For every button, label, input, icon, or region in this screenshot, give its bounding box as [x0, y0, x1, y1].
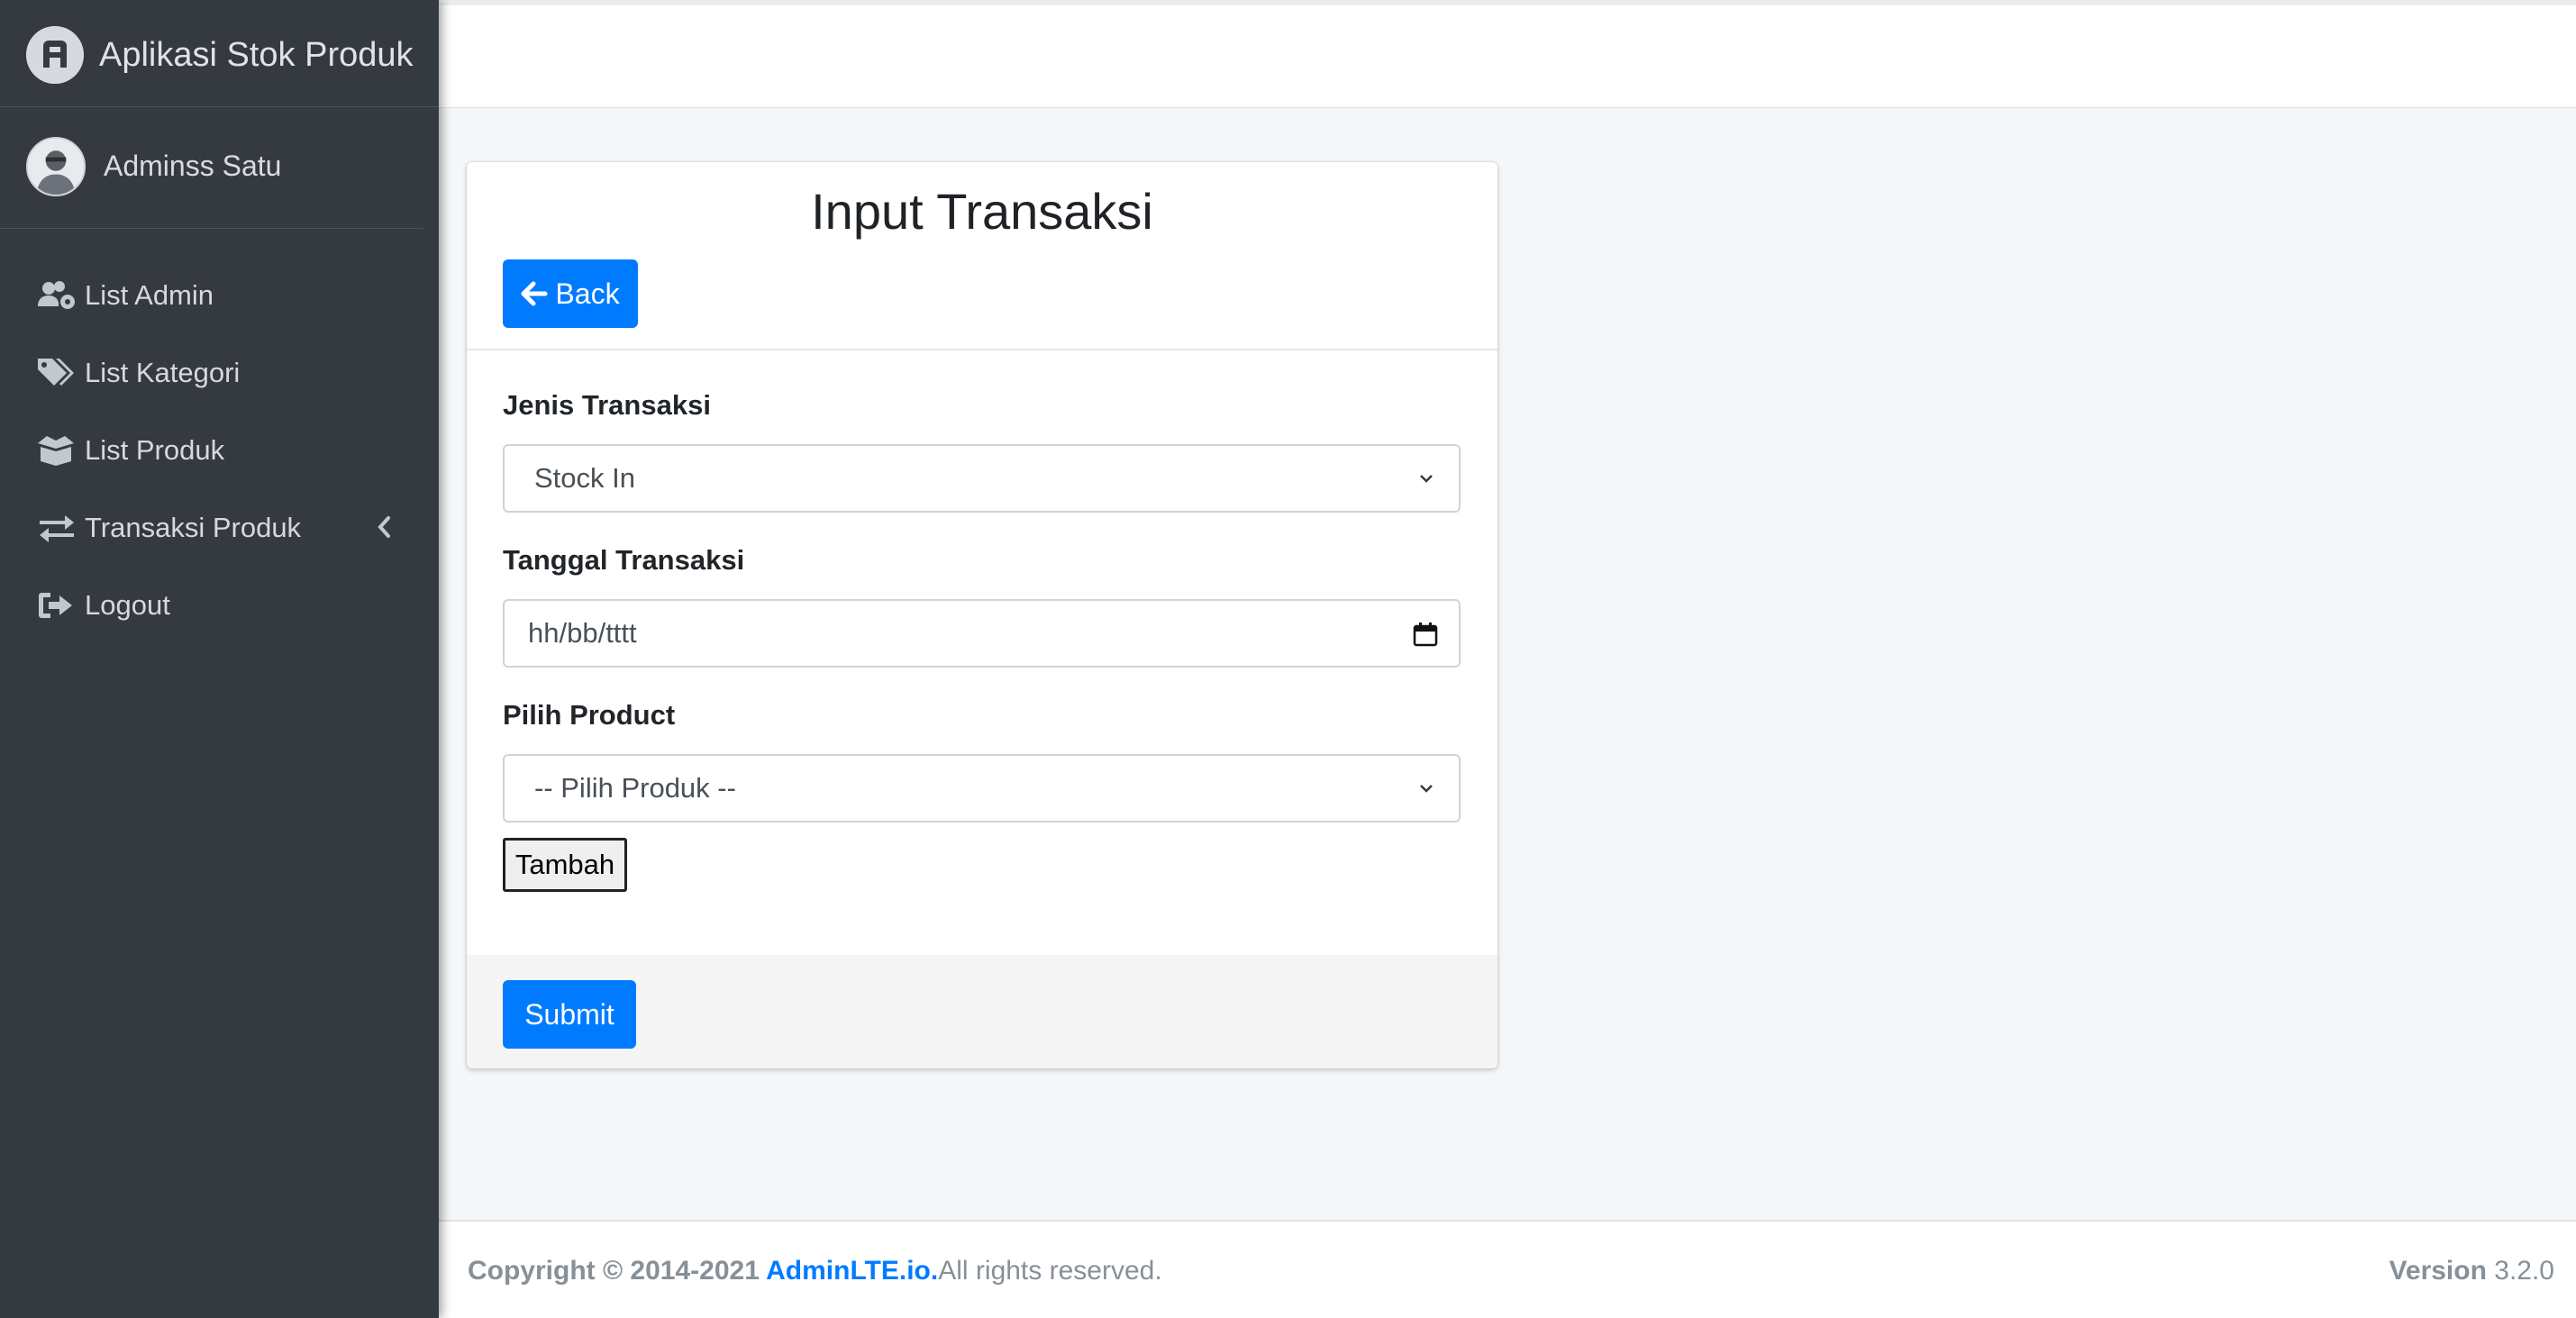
pilih-product-label: Pilih Product — [503, 699, 676, 731]
avatar — [26, 137, 86, 196]
back-button[interactable]: Back — [503, 259, 638, 328]
sidebar-item-label: Logout — [85, 589, 170, 621]
card-header: Input Transaksi Back — [467, 162, 1497, 350]
sidebar-item-label: Transaksi Produk — [85, 512, 302, 543]
user-name: Adminss Satu — [104, 150, 282, 182]
version-label: Version — [2389, 1256, 2487, 1286]
copyright-text: Copyright © 2014-2021 AdminLTE.io.All ri… — [468, 1256, 1162, 1286]
sidebar-item-list-admin[interactable]: List Admin — [0, 257, 439, 334]
brand-logo-icon — [26, 26, 84, 84]
copyright-suffix: All rights reserved. — [938, 1256, 1162, 1286]
adminlte-link[interactable]: AdminLTE.io — [766, 1256, 931, 1286]
exchange-icon — [40, 515, 74, 542]
chevron-down-icon — [1420, 785, 1433, 793]
version-text: Version 3.2.0 — [2389, 1256, 2554, 1286]
chevron-down-icon — [1420, 475, 1433, 483]
sign-out-icon — [39, 593, 72, 618]
top-navbar — [439, 0, 2576, 108]
version-value: 3.2.0 — [2494, 1256, 2554, 1286]
user-panel[interactable]: Adminss Satu — [0, 107, 423, 229]
sidebar: Aplikasi Stok Produk Adminss Satu List A… — [0, 0, 439, 1318]
link-period: . — [930, 1256, 939, 1286]
sidebar-item-label: List Kategori — [85, 357, 241, 388]
pilih-produk-select[interactable]: -- Pilih Produk -- — [503, 754, 1461, 823]
brand-title: Aplikasi Stok Produk — [99, 36, 414, 74]
users-cog-icon — [38, 281, 75, 309]
arrow-left-icon — [521, 281, 548, 306]
card-footer: Submit — [467, 955, 1497, 1068]
box-open-icon — [38, 436, 74, 466]
tanggal-transaksi-label: Tanggal Transaksi — [503, 544, 745, 576]
sidebar-item-label: List Produk — [85, 434, 225, 466]
copyright-prefix: Copyright © 2014-2021 — [468, 1256, 767, 1286]
transaction-form-card: Input Transaksi Back Jenis Transaksi Sto… — [467, 162, 1497, 1068]
tags-icon — [38, 359, 74, 386]
sidebar-item-label: List Admin — [85, 279, 214, 311]
jenis-transaksi-value: Stock In — [534, 462, 635, 494]
sidebar-nav: List Admin List Kategori List Produk Tra… — [0, 257, 439, 644]
tanggal-transaksi-input[interactable]: hh/bb/tttt — [503, 599, 1461, 668]
sidebar-item-list-kategori[interactable]: List Kategori — [0, 334, 439, 412]
submit-button[interactable]: Submit — [503, 980, 636, 1049]
jenis-transaksi-label: Jenis Transaksi — [503, 389, 711, 421]
calendar-icon[interactable] — [1412, 621, 1439, 648]
sidebar-item-transaksi-produk[interactable]: Transaksi Produk — [0, 489, 439, 567]
chevron-left-icon — [378, 516, 390, 538]
jenis-transaksi-select[interactable]: Stock In — [503, 444, 1461, 513]
tanggal-transaksi-placeholder: hh/bb/tttt — [528, 617, 637, 649]
page-title: Input Transaksi — [811, 183, 1153, 240]
sidebar-item-logout[interactable]: Logout — [0, 567, 439, 644]
brand-link[interactable]: Aplikasi Stok Produk — [0, 7, 439, 107]
back-button-label: Back — [555, 277, 620, 310]
pilih-produk-value: -- Pilih Produk -- — [534, 772, 736, 804]
sidebar-item-list-produk[interactable]: List Produk — [0, 412, 439, 489]
main-footer: Copyright © 2014-2021 AdminLTE.io.All ri… — [439, 1220, 2576, 1318]
tambah-button[interactable]: Tambah — [503, 838, 627, 892]
